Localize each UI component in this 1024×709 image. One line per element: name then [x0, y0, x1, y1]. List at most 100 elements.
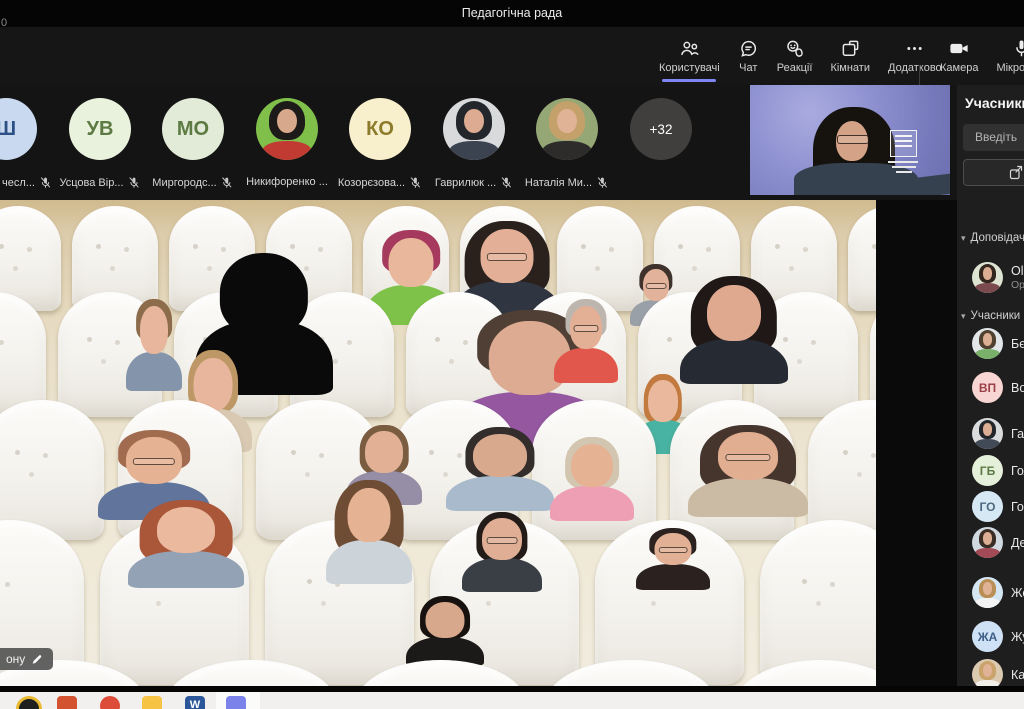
auditorium-chair — [735, 660, 876, 686]
participant-name: Жу — [1011, 630, 1024, 644]
participant-row[interactable]: Дер — [972, 527, 1024, 558]
participant-initials-avatar: ГБ — [972, 455, 1003, 486]
toolbar-label-users: Користувачі — [659, 62, 720, 74]
strip-video-thumbnail — [536, 98, 598, 160]
toolbar-label-reactions: Реакції — [777, 62, 813, 74]
participant-row[interactable]: Гав — [972, 418, 1024, 449]
browser-icon[interactable] — [100, 696, 120, 709]
strip-participant-name: Никифоренко ... — [246, 176, 328, 188]
windows-taskbar: W — [0, 692, 1024, 709]
participant-figure — [326, 480, 412, 584]
participant-figure — [688, 425, 808, 517]
strip-participant-label: Миргородс... — [152, 176, 233, 189]
participant-figure — [550, 437, 634, 521]
meeting-toolbar: Користувачі Чат Реакції — [0, 27, 1024, 85]
participant-row[interactable]: ГОГон — [972, 491, 1024, 522]
participant-row[interactable]: ЖА Жу — [972, 621, 1024, 652]
share-invite-button[interactable] — [963, 159, 1024, 186]
auditorium-chair — [808, 400, 876, 540]
toolbar-button-mic[interactable]: Мікрофон — [987, 27, 1024, 85]
participant-row[interactable]: Же — [972, 577, 1024, 608]
mic-icon — [1011, 38, 1024, 59]
participant-name: Olg — [1011, 264, 1024, 278]
chevron-down-icon: ▾ — [961, 233, 966, 244]
change-scene-button[interactable]: ону — [0, 648, 53, 670]
auditorium-chair — [0, 400, 104, 540]
participant-figure — [406, 596, 484, 666]
strip-initials-avatar: Ш — [0, 98, 37, 160]
teams-meeting-window: Педагогічна рада 0 Користувачі Чат — [0, 0, 1024, 709]
toolbar-label-camera: Камера — [940, 62, 978, 74]
chevron-down-icon: ▾ — [961, 311, 966, 322]
teams-icon[interactable] — [226, 696, 246, 709]
muted-mic-icon — [128, 176, 141, 189]
toolbar-right-group: Камера Мікрофон — [931, 27, 1024, 85]
strip-initials-avatar: МО — [162, 98, 224, 160]
self-view-person-glasses — [837, 135, 869, 144]
strip-participant-name: Козорєзова... — [338, 177, 405, 189]
participants-panel: Учасники Введіть ▾ Доповідачі ▾ Учасники… — [957, 85, 1024, 692]
strip-video-thumbnail — [256, 98, 318, 160]
participant-name: Гав — [1011, 427, 1024, 441]
meeting-title: Педагогічна рада — [0, 0, 1024, 27]
toolbar-button-users[interactable]: Користувачі — [650, 27, 729, 85]
toolbar-label-mic: Мікрофон — [996, 62, 1024, 74]
strip-participant-name: Миргородс... — [152, 177, 216, 189]
reactions-icon — [784, 38, 805, 59]
self-view-video[interactable] — [750, 85, 950, 195]
clock-app-icon[interactable] — [16, 696, 42, 709]
participant-initials-avatar: ЖА — [972, 621, 1003, 652]
participant-row[interactable]: ГБ Гол — [972, 455, 1024, 486]
together-mode-stage: ону — [0, 200, 876, 686]
strip-participant-name: Наталія Ми... — [525, 177, 592, 189]
participant-name: Кат — [1011, 668, 1024, 682]
toolbar-button-reactions[interactable]: Реакції — [768, 27, 822, 85]
rooms-icon — [840, 38, 861, 59]
powerpoint-icon[interactable] — [57, 696, 77, 709]
watermark-logo — [890, 130, 917, 157]
muted-mic-icon — [596, 176, 609, 189]
strip-participant-label: Козорєзова... — [338, 176, 422, 189]
presenters-section-label: Доповідачі — [971, 232, 1024, 244]
muted-mic-icon — [409, 176, 422, 189]
participant-name: Вол — [1011, 381, 1024, 395]
participant-figure — [554, 299, 618, 383]
participant-photo-avatar — [972, 262, 1003, 293]
change-scene-label: ону — [6, 652, 25, 666]
participant-photo-avatar — [972, 328, 1003, 359]
participant-role: Орг — [1011, 279, 1024, 291]
participant-name: Дер — [1011, 536, 1024, 550]
pencil-icon — [31, 653, 43, 665]
panel-title: Учасники — [965, 95, 1024, 111]
participant-row[interactable]: Бєл — [972, 328, 1024, 359]
participants-section-label: Учасники ( — [971, 310, 1024, 322]
invite-search-input[interactable]: Введіть — [963, 124, 1024, 151]
muted-mic-icon — [221, 176, 234, 189]
toolbar-button-camera[interactable]: Камера — [931, 27, 987, 85]
meeting-titlebar: Педагогічна рада — [0, 0, 1024, 27]
participant-row[interactable]: OlgОрг — [972, 262, 1024, 293]
participant-initials-avatar: ГО — [972, 491, 1003, 522]
chat-icon — [738, 38, 759, 59]
folder-icon[interactable] — [142, 696, 162, 709]
participant-row[interactable]: ВПВол — [972, 372, 1024, 403]
participant-name: Бєл — [1011, 337, 1024, 351]
share-invite-icon — [1008, 164, 1024, 180]
participant-name: Гол — [1011, 464, 1024, 478]
strip-initials-avatar: КО — [349, 98, 411, 160]
presenters-section-header[interactable]: ▾ Доповідачі — [961, 232, 1024, 244]
participant-figure — [636, 528, 710, 590]
participant-photo-avatar — [972, 418, 1003, 449]
invite-search-placeholder: Введіть — [975, 130, 1017, 144]
strip-participant-name: Гаврилюк ... — [435, 177, 496, 189]
toolbar-left-group: Користувачі Чат Реакції — [650, 27, 951, 85]
toolbar-button-chat[interactable]: Чат — [729, 27, 768, 85]
participant-figure — [462, 512, 542, 592]
overflow-count-badge[interactable]: +32 — [630, 98, 692, 160]
strip-video-thumbnail — [443, 98, 505, 160]
users-icon — [679, 38, 700, 59]
word-icon[interactable]: W — [185, 696, 205, 709]
participants-section-header[interactable]: ▾ Учасники ( — [961, 310, 1024, 322]
toolbar-button-rooms[interactable]: Кімнати — [821, 27, 879, 85]
toolbar-label-rooms: Кімнати — [830, 62, 870, 74]
